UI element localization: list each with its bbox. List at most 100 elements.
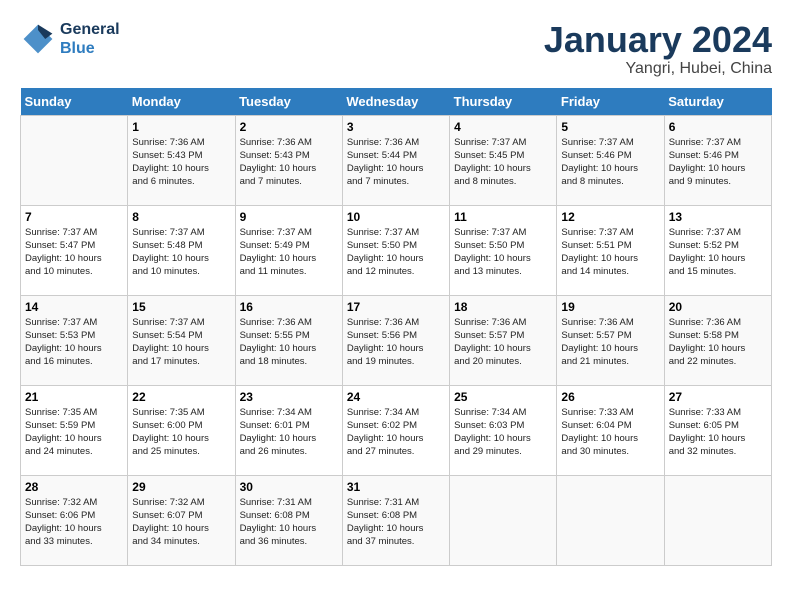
day-number: 30 [240,480,338,494]
calendar-cell: 15 Sunrise: 7:37 AM Sunset: 5:54 PM Dayli… [128,295,235,385]
day-number: 1 [132,120,230,134]
day-info: Sunrise: 7:37 AM Sunset: 5:53 PM Dayligh… [25,316,123,369]
day-number: 12 [561,210,659,224]
calendar-week-2: 7Sunrise: 7:37 AM Sunset: 5:47 PM Daylig… [21,205,772,295]
calendar-cell: 8Sunrise: 7:37 AM Sunset: 5:48 PM Daylig… [128,205,235,295]
day-info: Sunrise: 7:37 AM Sunset: 5:50 PM Dayligh… [454,226,552,279]
weekday-header-saturday: Saturday [664,88,771,116]
calendar-cell: 19 Sunrise: 7:36 AM Sunset: 5:57 PM Dayli… [557,295,664,385]
calendar-cell: 11 Sunrise: 7:37 AM Sunset: 5:50 PM Dayli… [450,205,557,295]
day-info: Sunrise: 7:36 AM Sunset: 5:56 PM Dayligh… [347,316,445,369]
calendar-cell: 25 Sunrise: 7:34 AM Sunset: 6:03 PM Dayli… [450,385,557,475]
weekday-header-thursday: Thursday [450,88,557,116]
day-info: Sunrise: 7:35 AM Sunset: 5:59 PM Dayligh… [25,406,123,459]
day-number: 11 [454,210,552,224]
calendar-cell: 5 Sunrise: 7:37 AM Sunset: 5:46 PM Daylig… [557,115,664,205]
day-number: 9 [240,210,338,224]
logo: General Blue [20,20,120,58]
day-number: 10 [347,210,445,224]
day-number: 18 [454,300,552,314]
calendar-cell: 13 Sunrise: 7:37 AM Sunset: 5:52 PM Dayli… [664,205,771,295]
calendar-cell: 31 Sunrise: 7:31 AM Sunset: 6:08 PM Dayli… [342,475,449,565]
location-subtitle: Yangri, Hubei, China [544,60,772,78]
day-number: 16 [240,300,338,314]
day-info: Sunrise: 7:37 AM Sunset: 5:45 PM Dayligh… [454,136,552,189]
calendar-cell: 7Sunrise: 7:37 AM Sunset: 5:47 PM Daylig… [21,205,128,295]
calendar-cell: 3Sunrise: 7:36 AM Sunset: 5:44 PM Daylig… [342,115,449,205]
day-info: Sunrise: 7:31 AM Sunset: 6:08 PM Dayligh… [240,496,338,549]
calendar-cell: 29 Sunrise: 7:32 AM Sunset: 6:07 PM Dayli… [128,475,235,565]
day-number: 19 [561,300,659,314]
calendar-week-3: 14Sunrise: 7:37 AM Sunset: 5:53 PM Dayli… [21,295,772,385]
day-number: 25 [454,390,552,404]
day-number: 3 [347,120,445,134]
calendar-cell: 17 Sunrise: 7:36 AM Sunset: 5:56 PM Dayli… [342,295,449,385]
calendar-cell: 2 Sunrise: 7:36 AM Sunset: 5:43 PM Daylig… [235,115,342,205]
day-info: Sunrise: 7:37 AM Sunset: 5:51 PM Dayligh… [561,226,659,279]
calendar-cell: 4 Sunrise: 7:37 AM Sunset: 5:45 PM Daylig… [450,115,557,205]
day-number: 5 [561,120,659,134]
calendar-cell: 28 Sunrise: 7:32 AM Sunset: 6:06 PM Dayli… [21,475,128,565]
day-info: Sunrise: 7:37 AM Sunset: 5:50 PM Dayligh… [347,226,445,279]
logo-text-line2: Blue [60,39,120,58]
day-info: Sunrise: 7:37 AM Sunset: 5:47 PM Dayligh… [25,226,123,279]
calendar-cell [557,475,664,565]
day-info: Sunrise: 7:31 AM Sunset: 6:08 PM Dayligh… [347,496,445,549]
day-info: Sunrise: 7:36 AM Sunset: 5:55 PM Dayligh… [240,316,338,369]
day-number: 28 [25,480,123,494]
day-number: 17 [347,300,445,314]
calendar-cell: 14Sunrise: 7:37 AM Sunset: 5:53 PM Dayli… [21,295,128,385]
day-info: Sunrise: 7:32 AM Sunset: 6:07 PM Dayligh… [132,496,230,549]
page-header: General Blue January 2024 Yangri, Hubei,… [20,20,772,78]
day-info: Sunrise: 7:37 AM Sunset: 5:46 PM Dayligh… [669,136,767,189]
day-number: 31 [347,480,445,494]
calendar-table: SundayMondayTuesdayWednesdayThursdayFrid… [20,88,772,566]
calendar-cell: 10 Sunrise: 7:37 AM Sunset: 5:50 PM Dayli… [342,205,449,295]
calendar-cell: 18 Sunrise: 7:36 AM Sunset: 5:57 PM Dayli… [450,295,557,385]
calendar-cell: 12 Sunrise: 7:37 AM Sunset: 5:51 PM Dayli… [557,205,664,295]
day-info: Sunrise: 7:36 AM Sunset: 5:57 PM Dayligh… [454,316,552,369]
calendar-cell: 9 Sunrise: 7:37 AM Sunset: 5:49 PM Daylig… [235,205,342,295]
day-info: Sunrise: 7:35 AM Sunset: 6:00 PM Dayligh… [132,406,230,459]
weekday-header-row: SundayMondayTuesdayWednesdayThursdayFrid… [21,88,772,116]
day-info: Sunrise: 7:32 AM Sunset: 6:06 PM Dayligh… [25,496,123,549]
day-info: Sunrise: 7:34 AM Sunset: 6:02 PM Dayligh… [347,406,445,459]
weekday-header-friday: Friday [557,88,664,116]
day-info: Sunrise: 7:33 AM Sunset: 6:05 PM Dayligh… [669,406,767,459]
day-number: 4 [454,120,552,134]
calendar-week-1: 1 Sunrise: 7:36 AM Sunset: 5:43 PM Daylig… [21,115,772,205]
calendar-cell: 6Sunrise: 7:37 AM Sunset: 5:46 PM Daylig… [664,115,771,205]
calendar-cell: 20Sunrise: 7:36 AM Sunset: 5:58 PM Dayli… [664,295,771,385]
day-info: Sunrise: 7:36 AM Sunset: 5:43 PM Dayligh… [132,136,230,189]
logo-text-line1: General [60,20,120,39]
calendar-cell [450,475,557,565]
day-number: 2 [240,120,338,134]
day-info: Sunrise: 7:34 AM Sunset: 6:03 PM Dayligh… [454,406,552,459]
day-number: 29 [132,480,230,494]
calendar-cell: 16 Sunrise: 7:36 AM Sunset: 5:55 PM Dayli… [235,295,342,385]
calendar-cell: 22 Sunrise: 7:35 AM Sunset: 6:00 PM Dayli… [128,385,235,475]
day-info: Sunrise: 7:37 AM Sunset: 5:54 PM Dayligh… [132,316,230,369]
day-info: Sunrise: 7:37 AM Sunset: 5:49 PM Dayligh… [240,226,338,279]
day-info: Sunrise: 7:37 AM Sunset: 5:52 PM Dayligh… [669,226,767,279]
day-number: 8 [132,210,230,224]
day-number: 22 [132,390,230,404]
weekday-header-sunday: Sunday [21,88,128,116]
day-info: Sunrise: 7:37 AM Sunset: 5:46 PM Dayligh… [561,136,659,189]
calendar-cell: 30 Sunrise: 7:31 AM Sunset: 6:08 PM Dayli… [235,475,342,565]
weekday-header-wednesday: Wednesday [342,88,449,116]
day-number: 20 [669,300,767,314]
calendar-cell: 26Sunrise: 7:33 AM Sunset: 6:04 PM Dayli… [557,385,664,475]
month-title: January 2024 [544,20,772,60]
weekday-header-monday: Monday [128,88,235,116]
calendar-cell: 24 Sunrise: 7:34 AM Sunset: 6:02 PM Dayli… [342,385,449,475]
calendar-cell [664,475,771,565]
day-info: Sunrise: 7:36 AM Sunset: 5:57 PM Dayligh… [561,316,659,369]
day-info: Sunrise: 7:36 AM Sunset: 5:43 PM Dayligh… [240,136,338,189]
day-number: 15 [132,300,230,314]
day-number: 13 [669,210,767,224]
calendar-cell: 23Sunrise: 7:34 AM Sunset: 6:01 PM Dayli… [235,385,342,475]
day-info: Sunrise: 7:34 AM Sunset: 6:01 PM Dayligh… [240,406,338,459]
title-block: January 2024 Yangri, Hubei, China [544,20,772,78]
day-number: 24 [347,390,445,404]
